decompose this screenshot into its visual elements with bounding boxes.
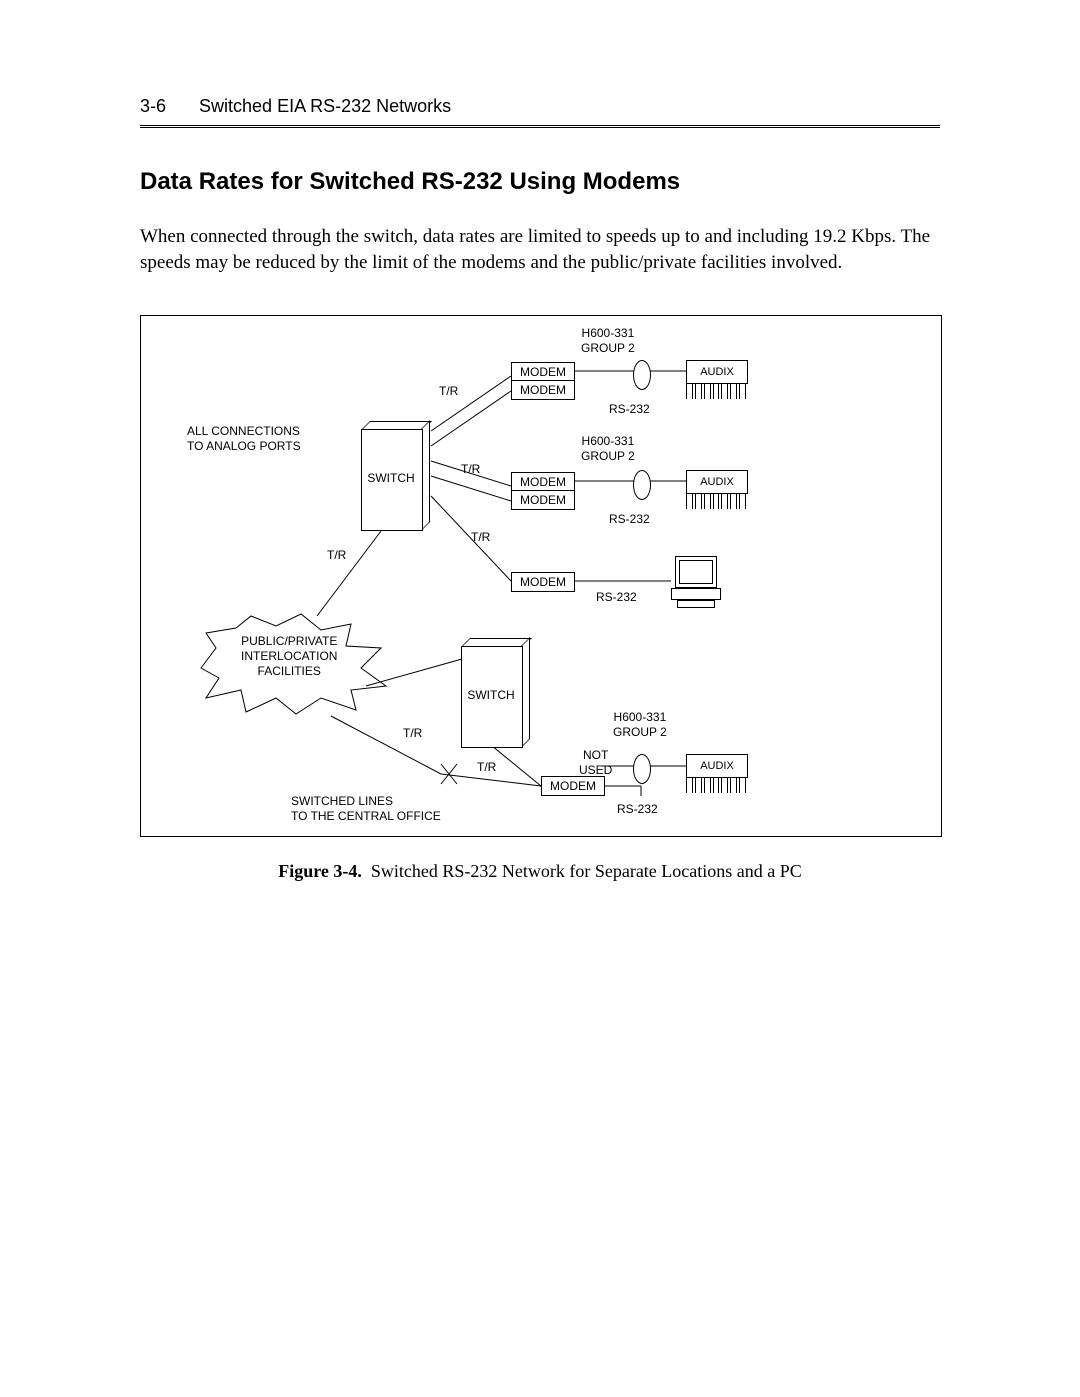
label-tr-6: T/R [477, 760, 496, 775]
switch-1-icon: SWITCH [361, 421, 431, 531]
running-title: Switched EIA RS-232 Networks [199, 96, 451, 116]
modem-box-2a: MODEM [511, 472, 575, 492]
modem-box-3: MODEM [511, 572, 575, 592]
label-h600-3: H600-331 GROUP 2 [613, 710, 667, 740]
label-all-connections: ALL CONNECTIONS TO ANALOG PORTS [187, 424, 301, 454]
label-rs232-3: RS-232 [596, 590, 637, 605]
audix-2-icon: AUDIX [686, 470, 746, 510]
label-tr-2: T/R [461, 462, 480, 477]
label-switched-lines: SWITCHED LINES TO THE CENTRAL OFFICE [291, 794, 441, 824]
label-tr-4: T/R [327, 548, 346, 563]
label-tr-1: T/R [439, 384, 458, 399]
label-h600-2: H600-331 GROUP 2 [581, 434, 635, 464]
label-h600-1: H600-331 GROUP 2 [581, 326, 635, 356]
body-paragraph: When connected through the switch, data … [140, 224, 940, 275]
header-rule [140, 125, 940, 128]
figure-box: ALL CONNECTIONS TO ANALOG PORTS SWITCH T… [140, 315, 942, 837]
label-not-used: NOT USED [579, 748, 612, 778]
modem-box-1a: MODEM [511, 362, 575, 382]
audix-1-icon: AUDIX [686, 360, 746, 400]
modem-box-4: MODEM [541, 776, 605, 796]
audix-3-label: AUDIX [686, 754, 748, 778]
pc-icon [671, 556, 721, 606]
figure-caption-label: Figure 3-4. [278, 861, 362, 881]
running-header: 3-6 Switched EIA RS-232 Networks [140, 96, 940, 117]
switch-2-icon: SWITCH [461, 638, 531, 748]
audix-3-icon: AUDIX [686, 754, 746, 794]
label-rs232-4: RS-232 [617, 802, 658, 817]
label-tr-3: T/R [471, 530, 490, 545]
audix-2-label: AUDIX [686, 470, 748, 494]
label-rs232-1: RS-232 [609, 402, 650, 417]
audix-1-label: AUDIX [686, 360, 748, 384]
figure-caption: Figure 3-4. Switched RS-232 Network for … [140, 861, 940, 882]
label-rs232-2: RS-232 [609, 512, 650, 527]
content-area: 3-6 Switched EIA RS-232 Networks Data Ra… [140, 96, 940, 882]
switch-2-label: SWITCH [461, 688, 521, 702]
page-number: 3-6 [140, 96, 166, 117]
modem-box-1b: MODEM [511, 380, 575, 400]
figure-caption-text: Switched RS-232 Network for Separate Loc… [371, 861, 802, 881]
section-heading: Data Rates for Switched RS-232 Using Mod… [140, 168, 940, 196]
label-cloud: PUBLIC/PRIVATE INTERLOCATION FACILITIES [241, 634, 337, 679]
page: 3-6 Switched EIA RS-232 Networks Data Ra… [0, 0, 1080, 1397]
switch-1-label: SWITCH [361, 471, 421, 485]
modem-box-2b: MODEM [511, 490, 575, 510]
label-tr-5: T/R [403, 726, 422, 741]
